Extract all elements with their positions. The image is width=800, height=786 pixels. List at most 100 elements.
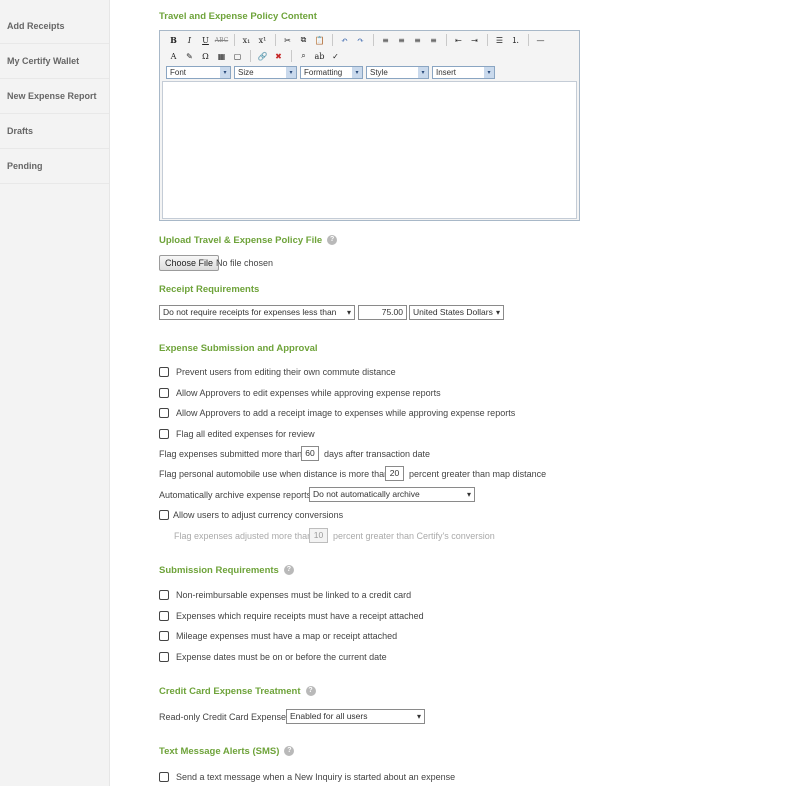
align-center-icon[interactable]: ≡	[394, 33, 409, 47]
sidebar-item-pending[interactable]: Pending	[0, 149, 109, 184]
checkbox[interactable]	[159, 388, 169, 398]
check-label: Expense dates must be on or before the c…	[176, 652, 387, 662]
horizontal-rule-icon[interactable]: —	[533, 33, 548, 47]
checkbox[interactable]	[159, 367, 169, 377]
check-approvers-edit[interactable]: Allow Approvers to edit expenses while a…	[159, 388, 441, 398]
submission-requirements-title-text: Submission Requirements	[159, 565, 279, 576]
numbered-list-icon[interactable]: ⒈	[508, 33, 523, 47]
sms-alerts-title: Text Message Alerts (SMS)?	[159, 746, 295, 757]
sidebar-item-drafts[interactable]: Drafts	[0, 114, 109, 149]
chevron-down-icon: ▾	[220, 66, 230, 78]
insert-link-icon[interactable]: 🔗	[255, 49, 270, 63]
indent-icon[interactable]: ⇥	[467, 33, 482, 47]
size-dropdown[interactable]: Size ▾	[234, 65, 297, 79]
help-icon[interactable]: ?	[284, 746, 295, 757]
readonly-cc-select[interactable]: Enabled for all users ▾	[286, 709, 425, 724]
help-icon[interactable]: ?	[305, 686, 316, 697]
check-label: Mileage expenses must have a map or rece…	[176, 631, 398, 641]
special-char-icon[interactable]: Ω	[198, 49, 213, 63]
copy-icon[interactable]: ⧉	[296, 33, 311, 47]
strikethrough-icon[interactable]: ABC	[214, 33, 229, 47]
currency-select[interactable]: United States Dollars ▾	[409, 305, 504, 320]
check-nonreimbursable-linked[interactable]: Non-reimbursable expenses must be linked…	[159, 590, 411, 600]
checkbox[interactable]	[159, 590, 169, 600]
check-sms-new-inquiry[interactable]: Send a text message when a New Inquiry i…	[159, 772, 455, 782]
sidebar-item-add-receipts[interactable]: Add Receipts	[0, 9, 109, 44]
flag-days-input[interactable]: 60	[301, 446, 319, 461]
flag-auto-input[interactable]: 20	[385, 466, 404, 481]
editor-text-area[interactable]	[162, 81, 577, 219]
insert-table-icon[interactable]: ▦	[214, 49, 229, 63]
check-adjust-currency[interactable]: Allow users to adjust currency conversio…	[159, 510, 343, 520]
font-color-icon[interactable]: A	[166, 49, 181, 63]
bold-icon[interactable]: B	[166, 33, 181, 47]
remove-link-icon[interactable]: ✖	[271, 49, 286, 63]
checkbox[interactable]	[159, 652, 169, 662]
help-icon[interactable]: ?	[283, 565, 294, 576]
sidebar: Add Receipts My Certify Wallet New Expen…	[0, 0, 110, 786]
chevron-down-icon: ▾	[352, 66, 362, 78]
receipt-rule-select[interactable]: Do not require receipts for expenses les…	[159, 305, 355, 320]
checkbox[interactable]	[159, 510, 169, 520]
check-label: Prevent users from editing their own com…	[176, 367, 396, 377]
check-label: Expenses which require receipts must hav…	[176, 611, 424, 621]
upload-policy-title: Upload Travel & Expense Policy File?	[159, 235, 338, 246]
submission-approval-title: Expense Submission and Approval	[159, 343, 318, 354]
currency-flag-prefix: Flag expenses adjusted more than	[174, 531, 313, 541]
checkbox[interactable]	[159, 631, 169, 641]
check-flag-edited[interactable]: Flag all edited expenses for review	[159, 429, 315, 439]
replace-icon[interactable]: ab	[312, 49, 327, 63]
undo-icon[interactable]: ↶	[337, 33, 352, 47]
outdent-icon[interactable]: ⇤	[451, 33, 466, 47]
toolbar-separator	[250, 50, 251, 62]
align-right-icon[interactable]: ≡	[410, 33, 425, 47]
superscript-icon[interactable]: x¹	[255, 33, 270, 47]
choose-file-button[interactable]: Choose File	[159, 255, 220, 271]
check-prevent-commute-edit[interactable]: Prevent users from editing their own com…	[159, 367, 396, 377]
underline-icon[interactable]: U	[198, 33, 213, 47]
toolbar-separator	[446, 34, 447, 46]
flag-auto-prefix: Flag personal automobile use when distan…	[159, 469, 390, 479]
receipt-amount-input[interactable]: 75.00	[358, 305, 407, 320]
subscript-icon[interactable]: x₁	[239, 33, 254, 47]
bullet-list-icon[interactable]: ☰	[492, 33, 507, 47]
checkbox[interactable]	[159, 408, 169, 418]
redo-icon[interactable]: ↷	[353, 33, 368, 47]
check-mileage-map[interactable]: Mileage expenses must have a map or rece…	[159, 631, 397, 641]
highlight-icon[interactable]: ✎	[182, 49, 197, 63]
editor-toolbar-dropdowns: Font ▾ Size ▾ Formatting ▾ Style ▾ Insert ▾	[160, 64, 579, 80]
sidebar-item-new-expense-report[interactable]: New Expense Report	[0, 79, 109, 114]
sms-alerts-title-text: Text Message Alerts (SMS)	[159, 746, 280, 757]
check-expense-dates[interactable]: Expense dates must be on or before the c…	[159, 652, 387, 662]
checkbox[interactable]	[159, 611, 169, 621]
checkbox[interactable]	[159, 772, 169, 782]
find-icon[interactable]: ⌕	[296, 49, 311, 63]
align-left-icon[interactable]: ≡	[378, 33, 393, 47]
checkbox[interactable]	[159, 429, 169, 439]
flag-auto-suffix: percent greater than map distance	[409, 469, 547, 479]
toolbar-separator	[332, 34, 333, 46]
style-dropdown[interactable]: Style ▾	[366, 65, 429, 79]
help-icon[interactable]: ?	[327, 235, 338, 246]
italic-icon[interactable]: I	[182, 33, 197, 47]
spellcheck-icon[interactable]: ✓	[328, 49, 343, 63]
paste-icon[interactable]: 📋	[312, 33, 327, 47]
currency-flag-suffix: percent greater than Certify's conversio…	[333, 531, 495, 541]
rich-text-editor: B I U ABC x₁ x¹ ✂ ⧉ 📋 ↶ ↷ ≡ ≡ ≡ ≡ ⇤ ⇥ ☰ ⒈ — A ✎ Ω ▦ ▢ 🔗 ✖ ⌕ ab ✓ Fon…	[159, 30, 580, 221]
submission-requirements-title: Submission Requirements?	[159, 565, 294, 576]
toolbar-separator	[487, 34, 488, 46]
sidebar-item-certify-wallet[interactable]: My Certify Wallet	[0, 44, 109, 79]
check-approvers-add-receipt[interactable]: Allow Approvers to add a receipt image t…	[159, 408, 515, 418]
insert-box-icon[interactable]: ▢	[230, 49, 245, 63]
cut-icon[interactable]: ✂	[280, 33, 295, 47]
archive-select[interactable]: Do not automatically archive ▾	[309, 487, 475, 502]
font-dropdown[interactable]: Font ▾	[166, 65, 231, 79]
toolbar-separator	[234, 34, 235, 46]
align-justify-icon[interactable]: ≡	[426, 33, 441, 47]
file-status: No file chosen	[216, 258, 274, 268]
editor-toolbar-row-2: A ✎ Ω ▦ ▢ 🔗 ✖ ⌕ ab ✓	[160, 48, 579, 64]
check-receipts-attached[interactable]: Expenses which require receipts must hav…	[159, 611, 424, 621]
flag-days-suffix: days after transaction date	[324, 449, 431, 459]
insert-dropdown[interactable]: Insert ▾	[432, 65, 495, 79]
formatting-dropdown[interactable]: Formatting ▾	[300, 65, 363, 79]
